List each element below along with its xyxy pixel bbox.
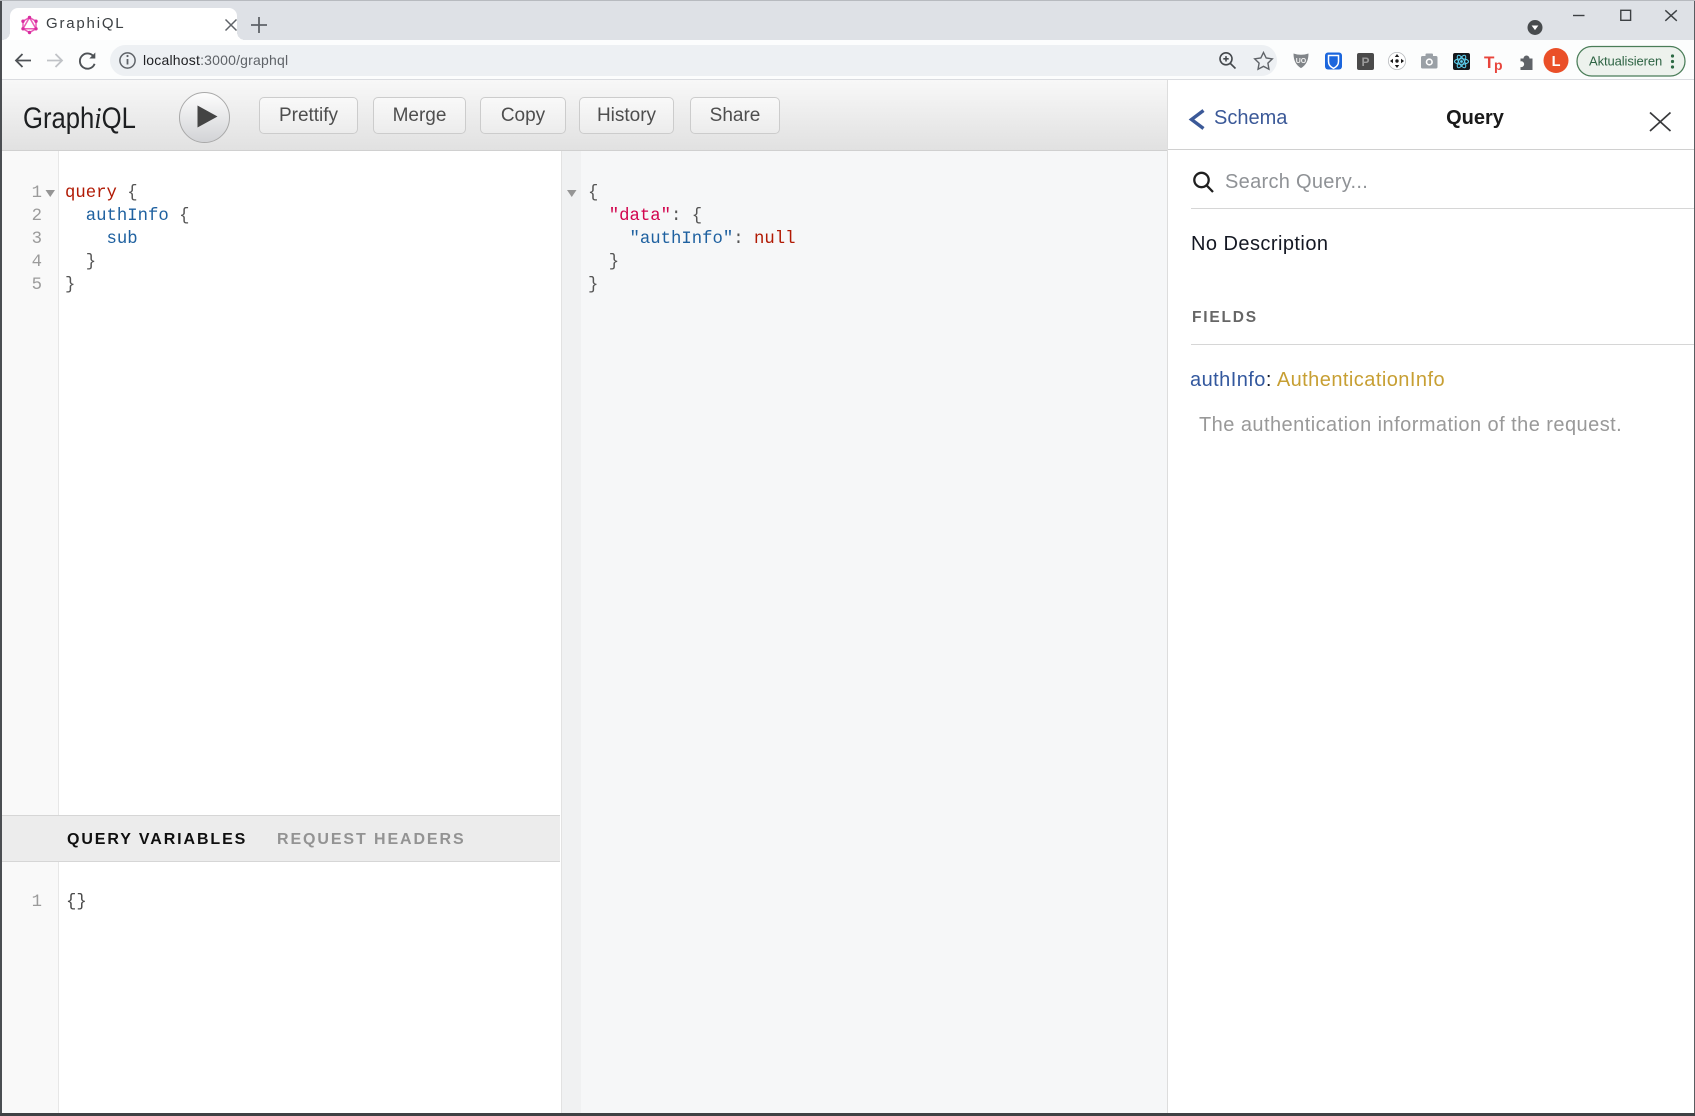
svg-text:Aktualisieren: Aktualisieren (1589, 54, 1662, 69)
svg-text:UO: UO (1296, 58, 1307, 65)
svg-text:P: P (1361, 55, 1369, 69)
svg-text:p: p (1494, 57, 1503, 73)
svg-text:L: L (1552, 54, 1561, 70)
